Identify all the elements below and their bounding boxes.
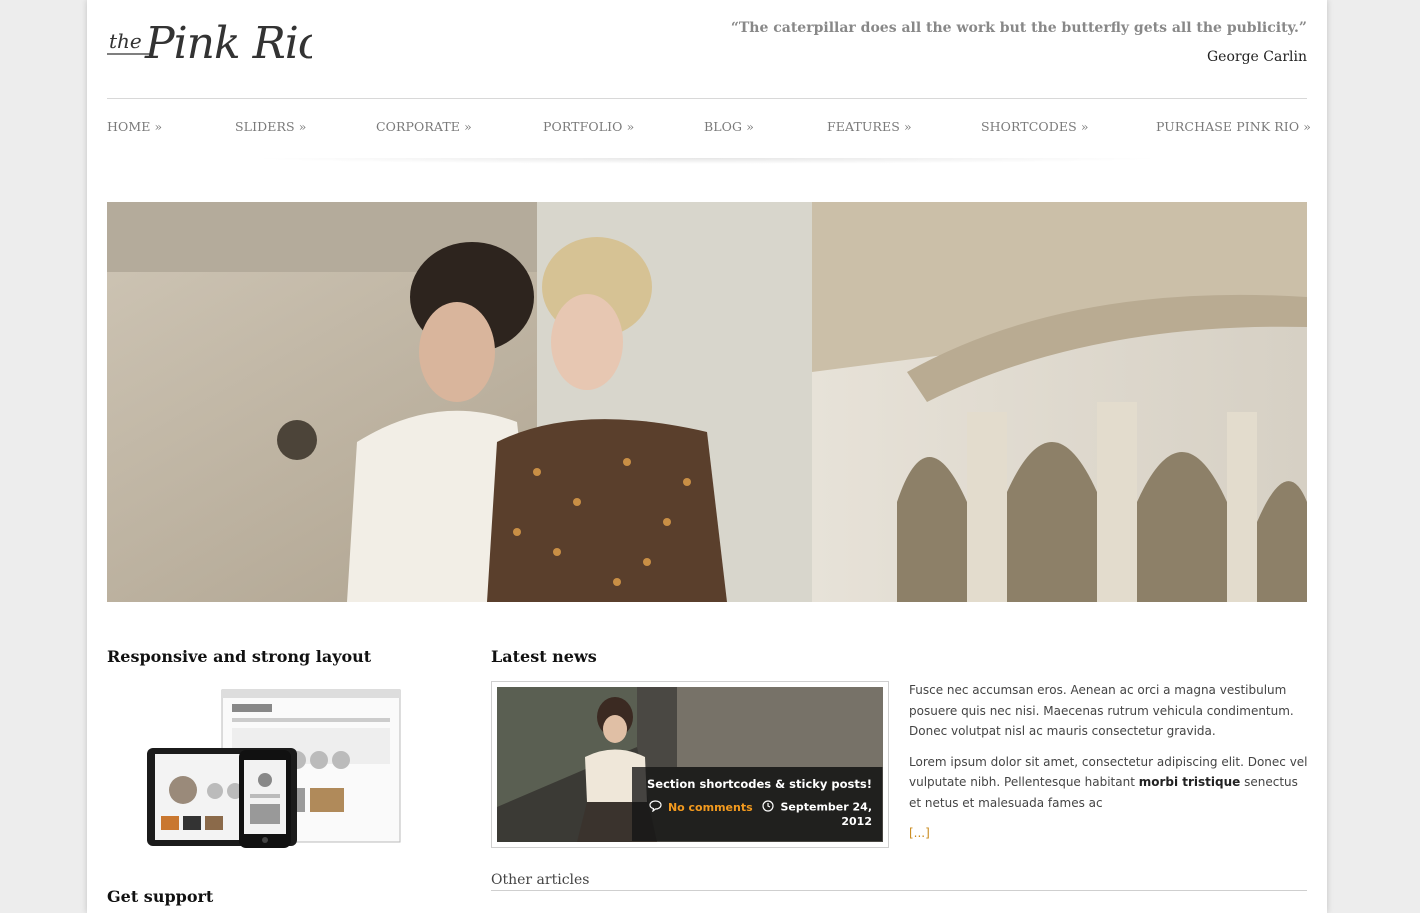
post-date: September 24, 2012 [780,800,872,829]
main-nav: HOME » SLIDERS » CORPORATE » PORTFOLIO »… [107,119,1311,141]
nav-item-home[interactable]: HOME » [107,119,162,134]
site-logo[interactable]: the Pink Rio [107,12,324,74]
news-paragraph-2-bold: morbi tristique [1138,775,1241,789]
comments-link[interactable]: No comments [668,801,753,814]
news-paragraph-2: Lorem ipsum dolor sit amet, consectetur … [909,752,1309,814]
news-excerpt: Fusce nec accumsan eros. Aenean ac orci … [909,680,1309,844]
read-more-link[interactable]: [...] [909,826,930,840]
page: the Pink Rio “The caterpillar does all t… [87,0,1327,913]
nav-item-portfolio[interactable]: PORTFOLIO » [543,119,634,134]
header-quote: “The caterpillar does all the work but t… [730,20,1307,36]
comment-icon [649,800,662,815]
devices-illustration [147,689,401,848]
header-divider [107,98,1307,99]
get-support-title: Get support [107,887,214,906]
nav-item-blog[interactable]: BLOG » [704,119,754,134]
nav-item-purchase[interactable]: PURCHASE PINK RIO » [1156,119,1311,134]
logo-the-text: the [109,29,142,53]
logo-mark: the Pink Rio [107,18,324,69]
other-articles-title: Other articles [491,872,590,888]
quote-author: George Carlin [1206,49,1307,65]
other-articles-divider [491,890,1307,891]
responsive-layout-title: Responsive and strong layout [107,647,372,666]
nav-item-features[interactable]: FEATURES » [827,119,912,134]
nav-shadow [247,158,1167,164]
post-meta: No comments September 24, 2012 [632,800,872,828]
news-paragraph-1: Fusce nec accumsan eros. Aenean ac orci … [909,683,1294,738]
nav-item-corporate[interactable]: CORPORATE » [376,119,472,134]
featured-post-caption: Section shortcodes & sticky posts! No co… [632,767,882,841]
latest-news-title: Latest news [491,647,597,666]
featured-post-title[interactable]: Section shortcodes & sticky posts! [632,777,872,791]
nav-item-sliders[interactable]: SLIDERS » [235,119,306,134]
hero-slider[interactable] [107,202,1307,602]
hero-image [107,202,1307,602]
featured-post-card[interactable]: Section shortcodes & sticky posts! No co… [491,681,889,848]
nav-item-shortcodes[interactable]: SHORTCODES » [981,119,1089,134]
devices-image [147,688,402,850]
clock-icon [762,800,775,815]
logo-name-text: Pink Rio [144,18,312,69]
